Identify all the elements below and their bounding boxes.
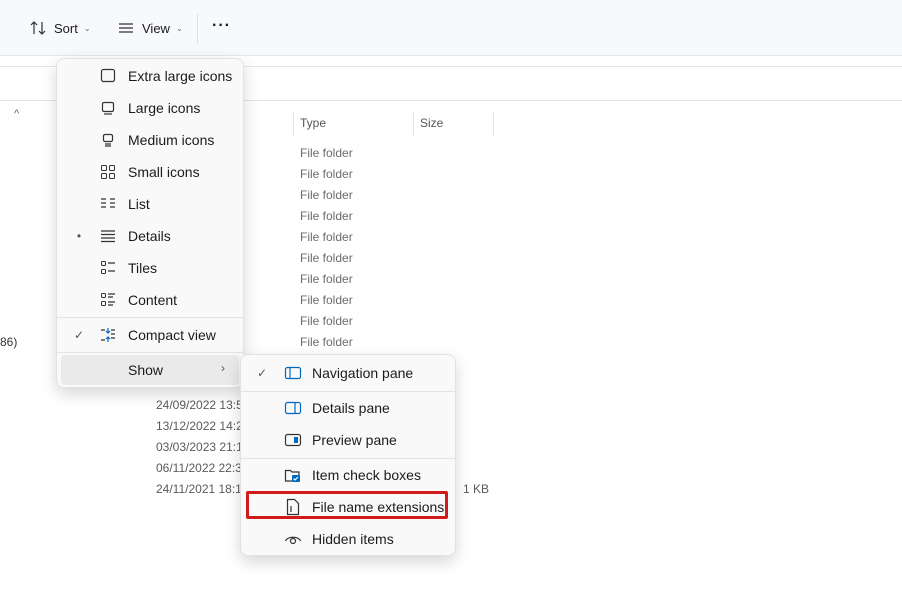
show-submenu: ✓ Navigation pane Details pane Preview p… (240, 354, 456, 556)
menu-item-tiles[interactable]: Tiles (61, 253, 239, 283)
menu-item-content[interactable]: Content (61, 285, 239, 315)
details-pane-icon (283, 399, 303, 417)
chevron-right-icon: › (221, 361, 225, 375)
selected-bullet-icon: • (76, 229, 82, 243)
preview-pane-icon (283, 431, 303, 449)
menu-item-label: Small icons (128, 164, 200, 180)
menu-separator (241, 391, 455, 392)
sort-label: Sort (54, 20, 78, 36)
menu-item-label: Item check boxes (312, 467, 421, 483)
menu-item-label: Medium icons (128, 132, 215, 148)
hidden-items-icon (283, 530, 303, 548)
more-options-button[interactable]: ··· (212, 17, 231, 35)
column-divider[interactable] (293, 112, 294, 136)
type-cell: File folder (300, 209, 353, 223)
column-divider[interactable] (493, 112, 494, 136)
type-cell: File folder (300, 293, 353, 307)
date-modified-cell: 24/09/2022 13:50 (156, 398, 250, 412)
item-check-boxes-icon (283, 466, 303, 484)
highlight-box (246, 491, 448, 519)
column-header-size[interactable]: Size (420, 116, 443, 130)
type-cell: File folder (300, 146, 353, 160)
menu-item-label: Details pane (312, 400, 390, 416)
view-menu: Extra large icons Large icons Medium ico… (56, 58, 244, 388)
menu-item-list[interactable]: List (61, 189, 239, 219)
date-modified-cell: 24/11/2021 18:14 (156, 482, 249, 496)
menu-item-label: Tiles (128, 260, 158, 276)
small-icons-icon (99, 163, 117, 181)
large-icons-icon (99, 99, 117, 117)
menu-item-label: Content (128, 292, 178, 308)
type-cell: File folder (300, 251, 353, 265)
type-cell: File folder (300, 188, 353, 202)
date-modified-cell: 13/12/2022 14:25 (156, 419, 250, 433)
menu-item-label: Details (128, 228, 171, 244)
menu-item-label: Compact view (128, 327, 216, 343)
menu-separator (57, 317, 243, 318)
menu-item-label: List (128, 196, 150, 212)
menu-item-label: Navigation pane (312, 365, 414, 381)
chevron-down-icon: ⌄ (175, 23, 183, 33)
extra-large-icons-icon (99, 67, 117, 85)
menu-item-item-check-boxes[interactable]: Item check boxes (245, 460, 451, 490)
date-modified-cell: 03/03/2023 21:10 (156, 440, 250, 454)
compact-view-icon (99, 326, 117, 344)
menu-item-show[interactable]: Show › (61, 355, 239, 385)
menu-item-large-icons[interactable]: Large icons (61, 93, 239, 123)
type-cell: File folder (300, 167, 353, 181)
sort-icon (28, 20, 48, 36)
menu-item-label: Extra large icons (128, 68, 233, 84)
tiles-icon (99, 259, 117, 277)
menu-item-details-pane[interactable]: Details pane (245, 393, 451, 423)
menu-item-extra-large-icons[interactable]: Extra large icons (61, 61, 239, 91)
navigation-pane-icon (283, 364, 303, 382)
view-icon (116, 21, 136, 35)
sort-button[interactable]: Sort ⌄ (28, 14, 91, 42)
menu-item-preview-pane[interactable]: Preview pane (245, 425, 451, 455)
menu-item-medium-icons[interactable]: Medium icons (61, 125, 239, 155)
medium-icons-icon (99, 131, 117, 149)
details-icon (99, 227, 117, 245)
menu-item-navigation-pane[interactable]: ✓ Navigation pane (245, 358, 451, 388)
menu-item-compact-view[interactable]: ✓ Compact view (61, 320, 239, 350)
chevron-down-icon: ⌄ (83, 23, 91, 33)
menu-item-label: Preview pane (312, 432, 397, 448)
clipped-nav-text: 86) (0, 335, 18, 349)
date-modified-cell: 06/11/2022 22:30 (156, 461, 249, 475)
menu-item-details[interactable]: • Details (61, 221, 239, 251)
column-divider[interactable] (413, 112, 414, 136)
type-cell: File folder (300, 230, 353, 244)
menu-item-label: Hidden items (312, 531, 394, 547)
content-icon (99, 291, 117, 309)
menu-item-small-icons[interactable]: Small icons (61, 157, 239, 187)
type-cell: File folder (300, 272, 353, 286)
menu-separator (57, 352, 243, 353)
check-icon: ✓ (256, 366, 268, 380)
list-icon (99, 195, 117, 213)
menu-item-label: Show (128, 362, 164, 378)
type-cell: File folder (300, 335, 353, 349)
column-header-type[interactable]: Type (300, 116, 326, 130)
view-button[interactable]: View ⌄ (116, 14, 183, 42)
toolbar-divider (197, 14, 198, 44)
check-icon: ✓ (73, 328, 85, 342)
command-bar: Sort ⌄ View ⌄ ··· (0, 0, 902, 56)
menu-item-hidden-items[interactable]: Hidden items (245, 524, 451, 554)
size-cell: 1 KB (463, 482, 490, 496)
menu-separator (241, 458, 455, 459)
menu-item-label: Large icons (128, 100, 201, 116)
sort-caret-icon: ^ (14, 108, 20, 120)
view-label: View (142, 20, 170, 36)
type-cell: File folder (300, 314, 353, 328)
